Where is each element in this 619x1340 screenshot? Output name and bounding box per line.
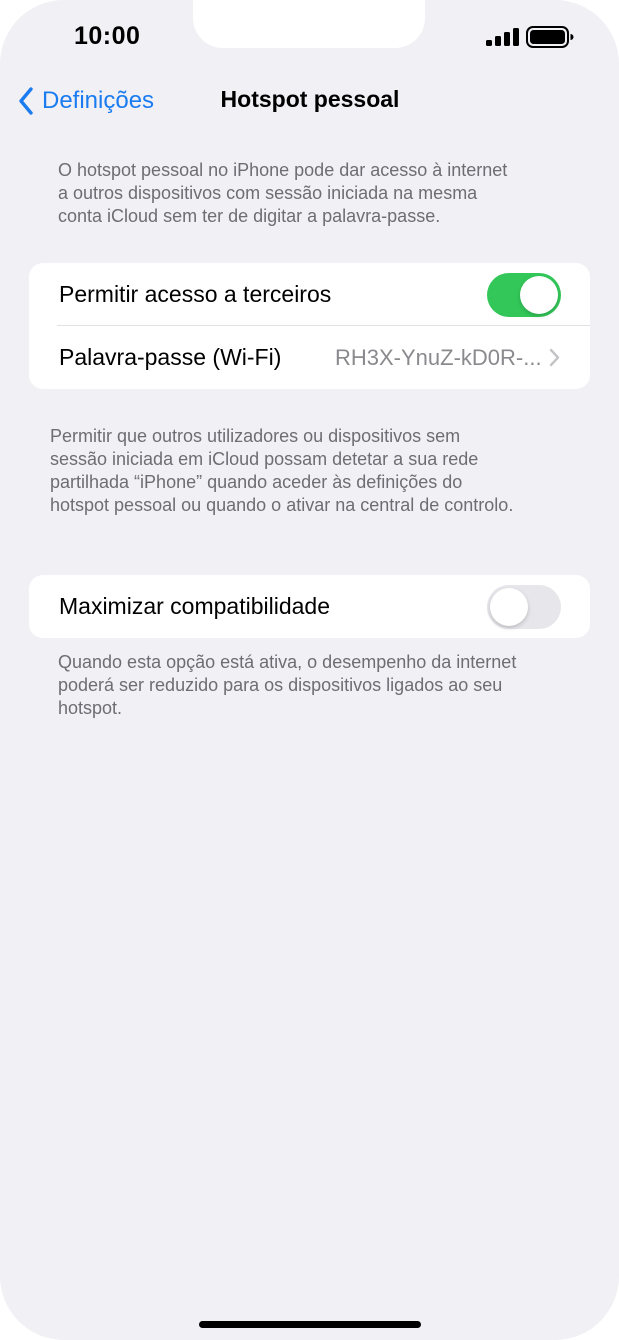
compat-footer-line: poderá ser reduzido para os dispositivos… — [58, 675, 503, 695]
intro-line: conta iCloud sem ter de digitar a palavr… — [58, 206, 441, 226]
access-footer-line: Permitir que outros utilizadores ou disp… — [50, 426, 461, 446]
intro-description: O hotspot pessoal no iPhone pode dar ace… — [58, 159, 507, 228]
chevron-right-icon — [549, 348, 560, 367]
wifi-password-row[interactable]: Palavra-passe (Wi-Fi) RH3X-YnuZ-kD0R-... — [29, 326, 590, 389]
allow-others-label: Permitir acesso a terceiros — [59, 281, 332, 307]
access-footer-description: Permitir que outros utilizadores ou disp… — [50, 425, 513, 517]
compatibility-footer-description: Quando esta opção está ativa, o desempen… — [58, 651, 516, 720]
wifi-password-value: RH3X-YnuZ-kD0R-... — [335, 344, 542, 370]
toggle-knob — [520, 275, 558, 314]
cellular-signal-icon — [486, 28, 519, 46]
maximize-compatibility-row: Maximizar compatibilidade — [29, 575, 590, 638]
toggle-knob — [490, 587, 528, 626]
battery-icon — [526, 26, 574, 48]
wifi-password-label: Palavra-passe (Wi-Fi) — [59, 344, 282, 370]
intro-line: O hotspot pessoal no iPhone pode dar ace… — [58, 160, 508, 180]
status-time: 10:00 — [74, 22, 141, 50]
back-button[interactable]: Definições — [18, 84, 154, 118]
access-footer-line: hotspot pessoal ou quando o ativar na ce… — [50, 495, 514, 515]
page-title: Hotspot pessoal — [220, 86, 400, 112]
allow-others-toggle[interactable] — [487, 272, 561, 317]
intro-line: a outros dispositivos com sessão iniciad… — [58, 183, 478, 203]
access-footer-line: sessão iniciada em iCloud possam detetar… — [50, 449, 479, 469]
home-indicator[interactable] — [199, 1321, 421, 1328]
allow-others-row: Permitir acesso a terceiros — [29, 263, 590, 326]
access-settings-group: Permitir acesso a terceiros Palavra-pass… — [29, 263, 590, 389]
compatibility-settings-group: Maximizar compatibilidade — [29, 575, 590, 638]
maximize-compatibility-label: Maximizar compatibilidade — [59, 593, 330, 619]
chevron-left-icon — [19, 87, 33, 115]
compat-footer-line: Quando esta opção está ativa, o desempen… — [58, 652, 517, 672]
maximize-compatibility-toggle[interactable] — [487, 584, 561, 629]
device-notch — [193, 0, 425, 48]
access-footer-line: partilhada “iPhone” quando aceder às def… — [50, 472, 463, 492]
back-button-label: Definições — [42, 87, 155, 114]
compat-footer-line: hotspot. — [58, 698, 123, 718]
phone-screen: 10:00 Definições Hotspot pessoal O hotsp… — [0, 0, 619, 1340]
